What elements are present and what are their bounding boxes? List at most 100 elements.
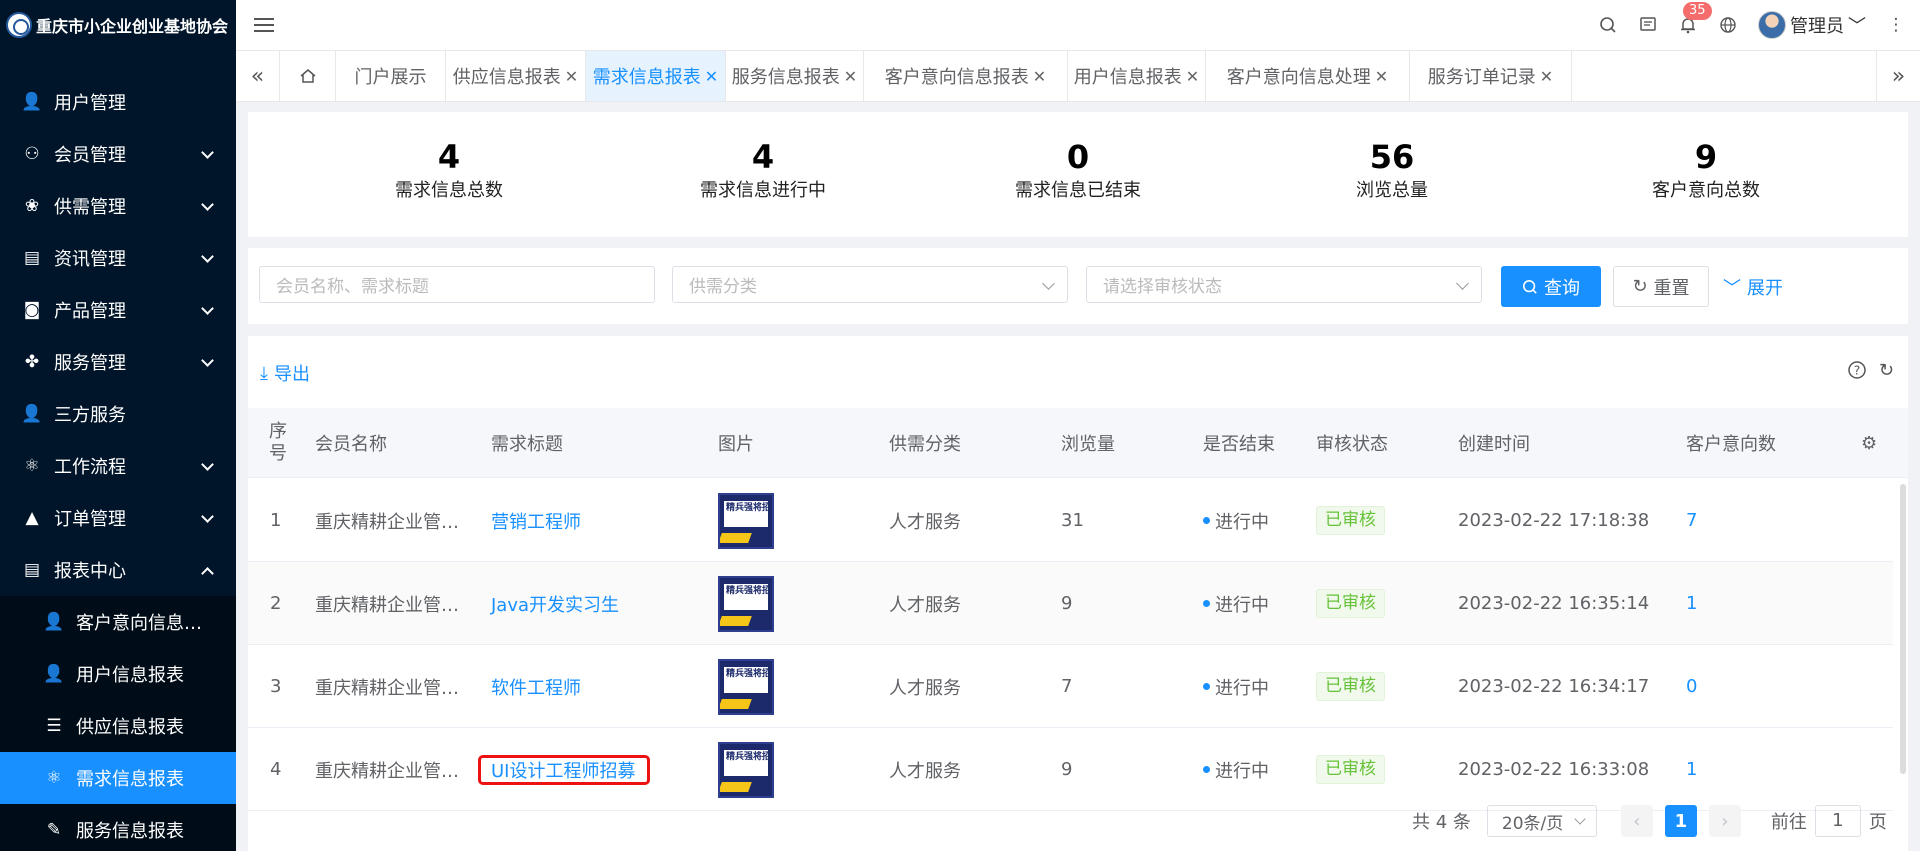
sidebar-item-supply-demand[interactable]: ❀ 供需管理	[0, 180, 236, 232]
sidebar-item-label: 服务管理	[54, 353, 126, 374]
tabs-scroll-right-icon[interactable]: »	[1876, 51, 1920, 101]
close-icon[interactable]: ✕	[705, 67, 718, 86]
page-size-value: 20条/页	[1501, 813, 1564, 834]
more-vertical-icon[interactable]: ⋮	[1886, 15, 1906, 35]
page-number-button[interactable]: 1	[1664, 805, 1697, 837]
cell-title-link[interactable]: 营销工程师	[491, 479, 581, 562]
sidebar-item-user-management[interactable]: 👤 用户管理	[0, 76, 236, 128]
sidebar-item-label: 资讯管理	[54, 249, 126, 270]
recruitment-poster-thumbnail[interactable]: 精兵强将招募令	[718, 658, 774, 715]
cell-ended: 进行中	[1203, 479, 1269, 562]
tab-home[interactable]	[280, 51, 336, 101]
product-icon: ◙	[23, 300, 41, 320]
tab-service-orders[interactable]: 服务订单记录 ✕	[1410, 51, 1572, 101]
sidebar-item-member-management[interactable]: ⚇ 会员管理	[0, 128, 236, 180]
notification-bell-icon[interactable]: 35	[1678, 2, 1712, 35]
cell-category: 人才服务	[889, 511, 961, 533]
sidebar-item-user-report[interactable]: 👤 用户信息报表	[0, 648, 236, 700]
edit-doc-icon: ✎	[46, 820, 62, 840]
cell-created: 2023-02-22 17:18:38	[1458, 510, 1650, 531]
cell-intents-link[interactable]: 1	[1686, 728, 1697, 811]
cell-intents-link[interactable]: 0	[1686, 645, 1697, 728]
close-icon[interactable]: ✕	[1033, 67, 1046, 86]
export-button[interactable]: ⤓ 导出	[260, 360, 310, 386]
sidebar-item-supply-report[interactable]: ☰ 供应信息报表	[0, 700, 236, 752]
sidebar-item-report-center[interactable]: ▤ 报表中心	[0, 544, 236, 596]
stat-value: 4	[751, 138, 775, 176]
cell-category: 人才服务	[889, 677, 961, 699]
tabs-scroll-left-icon[interactable]: «	[236, 51, 280, 101]
next-page-button[interactable]: ›	[1708, 805, 1741, 837]
cell-title-link[interactable]: Java开发实习生	[491, 562, 619, 645]
table-header: 序号 会员名称 需求标题 图片 供需分类 浏览量 是否结束 审核状态 创建时间 …	[248, 408, 1908, 478]
status-text: 进行中	[1215, 511, 1269, 533]
category-select[interactable]: 供需分类	[672, 266, 1068, 303]
table-scrollbar[interactable]	[1900, 484, 1906, 774]
expand-button[interactable]: ﹀ 展开	[1718, 266, 1788, 307]
sidebar-item-service-report[interactable]: ✎ 服务信息报表	[0, 804, 236, 851]
cell-views: 31	[1061, 510, 1084, 531]
sidebar-item-workflow[interactable]: ⚛ 工作流程	[0, 440, 236, 492]
cell-ended: 进行中	[1203, 645, 1269, 728]
sidebar-item-news[interactable]: ▤ 资讯管理	[0, 232, 236, 284]
input-placeholder: 会员名称、需求标题	[276, 277, 429, 297]
tab-portal[interactable]: 门户展示	[336, 51, 446, 101]
header-tools: 35 管理员 ﹀ ⋮	[1598, 0, 1906, 50]
help-icon[interactable]: ?	[1847, 360, 1867, 380]
sidebar-item-order[interactable]: ▲ 订单管理	[0, 492, 236, 544]
chevron-down-icon	[201, 146, 214, 159]
column-settings-icon[interactable]: ⚙	[1861, 408, 1877, 478]
tab-demand-report[interactable]: 需求信息报表 ✕	[586, 51, 726, 101]
tab-customer-intent-report[interactable]: 客户意向信息报表 ✕	[864, 51, 1068, 101]
tab-label: 用户信息报表	[1073, 67, 1182, 88]
stack-icon: ☰	[46, 716, 62, 736]
audit-status-select[interactable]: 请选择审核状态	[1086, 266, 1482, 303]
recruitment-poster-thumbnail[interactable]: 精兵强将招募令	[718, 492, 774, 549]
status-text: 进行中	[1215, 677, 1269, 699]
notification-count-badge: 35	[1683, 2, 1712, 20]
search-button[interactable]: 查询	[1501, 266, 1601, 307]
cell-title-link[interactable]: 软件工程师	[491, 645, 581, 728]
keyword-search-input[interactable]: 会员名称、需求标题	[259, 266, 655, 303]
page-size-select[interactable]: 20条/页	[1486, 805, 1597, 837]
report-icon: ▤	[23, 560, 41, 580]
tab-user-report[interactable]: 用户信息报表 ✕	[1068, 51, 1206, 101]
sidebar-item-service[interactable]: ✤ 服务管理	[0, 336, 236, 388]
cell-image: 精兵强将招募令	[718, 479, 774, 562]
recruitment-poster-thumbnail[interactable]: 精兵强将招募令	[718, 575, 774, 632]
menu-fold-icon[interactable]	[254, 18, 274, 32]
close-icon[interactable]: ✕	[844, 67, 857, 86]
stat-value: 9	[1694, 138, 1718, 176]
close-icon[interactable]: ✕	[565, 67, 578, 86]
sidebar-item-customer-intent-report[interactable]: 👤 客户意向信息…	[0, 596, 236, 648]
close-icon[interactable]: ✕	[1375, 67, 1388, 86]
cell-audit: 已审核	[1316, 728, 1385, 811]
prev-page-button[interactable]: ‹	[1620, 805, 1653, 837]
user-menu[interactable]: 管理员 ﹀	[1758, 11, 1866, 39]
sidebar-item-third-party[interactable]: 👤 三方服务	[0, 388, 236, 440]
cell-intents-link[interactable]: 7	[1686, 479, 1697, 562]
search-icon[interactable]	[1598, 15, 1618, 35]
column-header-audit: 审核状态	[1316, 434, 1388, 455]
close-icon[interactable]: ✕	[1540, 67, 1553, 86]
tab-supply-report[interactable]: 供应信息报表 ✕	[446, 51, 586, 101]
language-globe-icon[interactable]	[1718, 15, 1738, 35]
sidebar-item-label: 服务信息报表	[76, 821, 184, 842]
tabs-spacer	[1572, 51, 1876, 101]
recruitment-poster-thumbnail[interactable]: 精兵强将招募令	[718, 741, 774, 798]
goto-page-input[interactable]: 1	[1814, 805, 1861, 837]
filter-bar: 会员名称、需求标题 供需分类 请选择审核状态 查询 ↻ 重置 ﹀ 展开	[248, 248, 1908, 324]
column-header-category: 供需分类	[889, 434, 961, 455]
refresh-icon[interactable]: ↻	[1879, 360, 1894, 381]
close-icon[interactable]: ✕	[1186, 67, 1199, 86]
column-header-views: 浏览量	[1061, 434, 1115, 455]
sidebar-item-product[interactable]: ◙ 产品管理	[0, 284, 236, 336]
sidebar-item-label: 用户信息报表	[76, 665, 184, 686]
sidebar-item-demand-report[interactable]: ⚛ 需求信息报表	[0, 752, 236, 804]
message-icon[interactable]	[1638, 15, 1658, 35]
app-logo[interactable]: 重庆市小企业创业基地协会	[0, 0, 236, 50]
tab-customer-intent-processing[interactable]: 客户意向信息处理 ✕	[1206, 51, 1410, 101]
reset-button[interactable]: ↻ 重置	[1613, 266, 1709, 307]
cell-intents-link[interactable]: 1	[1686, 562, 1697, 645]
tab-service-report[interactable]: 服务信息报表 ✕	[726, 51, 864, 101]
